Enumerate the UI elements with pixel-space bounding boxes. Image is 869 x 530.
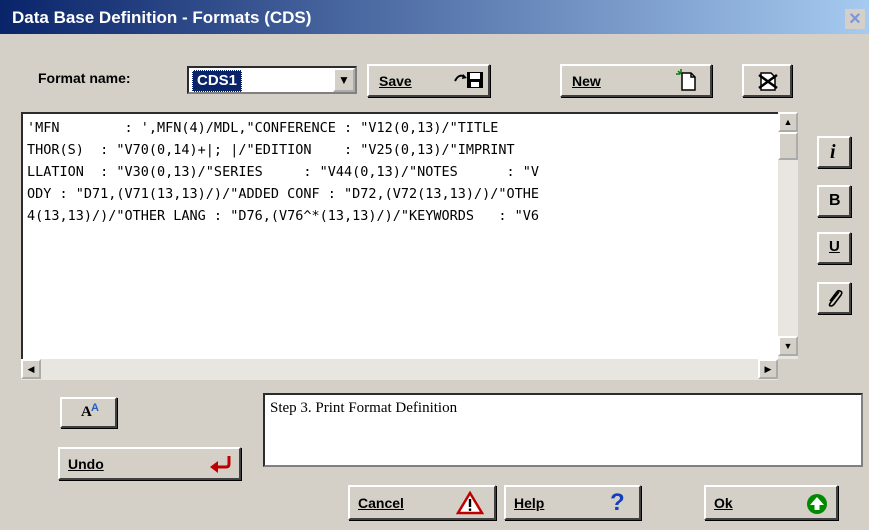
save-button[interactable]: Save [367,64,490,97]
paperclip-icon [825,288,845,311]
cancel-button-label: Cancel [358,495,404,511]
underline-button[interactable]: U [817,232,851,264]
new-document-icon [676,69,700,98]
save-button-label: Save [379,73,412,89]
cancel-button[interactable]: Cancel [348,485,496,520]
scroll-down-arrow-icon[interactable]: ▼ [778,336,798,356]
format-name-combo[interactable]: CDS1 ▼ [187,66,357,94]
ok-button-label: Ok [714,495,733,511]
vertical-scrollbar[interactable]: ▲ ▼ [778,112,798,360]
bold-icon: B [829,192,841,209]
undo-button-label: Undo [68,456,104,472]
delete-document-icon [756,69,780,98]
underline-icon: U [829,238,840,255]
format-editor[interactable]: 'MFN : ',MFN(4)/MDL,"CONFERENCE : "V12(0… [21,112,781,380]
save-disk-icon [453,69,485,96]
delete-button[interactable] [742,64,792,97]
new-button-label: New [572,73,601,89]
ok-up-arrow-icon [806,493,828,520]
scroll-up-arrow-icon[interactable]: ▲ [778,112,798,132]
scroll-left-arrow-icon[interactable]: ◀ [21,359,41,379]
title-bar: Data Base Definition - Formats (CDS) × [0,0,869,34]
help-button[interactable]: Help ? [504,485,641,520]
undo-button[interactable]: Undo [58,447,241,480]
vertical-scroll-thumb[interactable] [778,132,798,160]
format-name-value: CDS1 [192,70,243,92]
ok-button[interactable]: Ok [704,485,838,520]
question-mark-icon: ? [610,489,625,516]
status-message: Step 3. Print Format Definition [263,393,863,467]
help-button-label: Help [514,495,545,511]
scrollbar-corner [778,359,798,380]
window-title: Data Base Definition - Formats (CDS) [12,8,312,27]
attach-button[interactable] [817,282,851,314]
font-button[interactable]: A A [60,397,117,428]
dropdown-arrow-icon[interactable]: ▼ [333,68,355,92]
font-icon-small: A [91,402,99,414]
format-editor-text[interactable]: 'MFN : ',MFN(4)/MDL,"CONFERENCE : "V12(0… [27,117,775,357]
bold-button[interactable]: B [817,185,851,217]
warning-icon [455,490,485,520]
new-button[interactable]: New [560,64,712,97]
close-button[interactable]: × [845,9,865,29]
format-name-label: Format name: [38,70,131,86]
italic-icon: i [830,141,836,163]
scroll-right-arrow-icon[interactable]: ▶ [758,359,778,379]
italic-button[interactable]: i [817,136,851,168]
undo-arrow-icon [208,453,232,478]
horizontal-scrollbar[interactable]: ◀ ▶ [21,359,778,380]
